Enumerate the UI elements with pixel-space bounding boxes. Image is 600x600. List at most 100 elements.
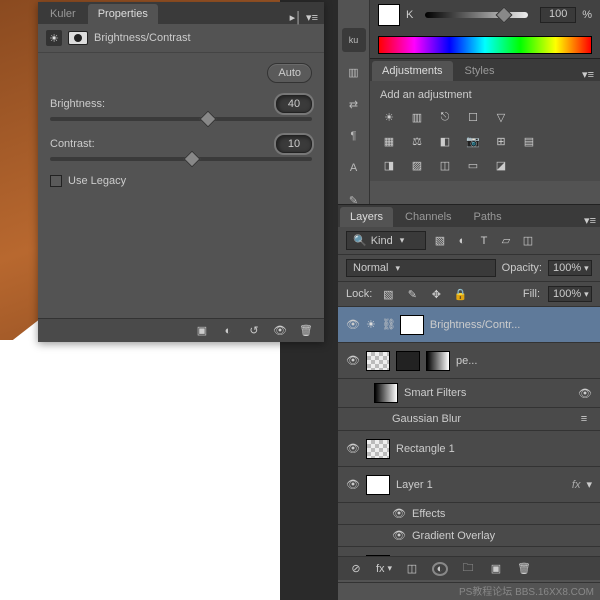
effect-name[interactable]: Gradient Overlay xyxy=(412,530,592,542)
adj-lookup-icon[interactable]: ▤ xyxy=(520,133,538,149)
k-slider[interactable] xyxy=(425,12,528,18)
adj-gradient-map-icon[interactable]: ▭ xyxy=(464,157,482,173)
effects-row[interactable]: 👁 Effects xyxy=(338,503,600,525)
adj-balance-icon[interactable]: ⚖ xyxy=(408,133,426,149)
filter-gaussian-blur[interactable]: Gaussian Blur ≡ xyxy=(338,408,600,431)
layer-thumb[interactable] xyxy=(366,351,390,371)
tab-kuler[interactable]: Kuler xyxy=(40,4,86,24)
visibility-toggle[interactable]: 👁 xyxy=(346,442,360,455)
visibility-toggle[interactable]: 👁 xyxy=(392,529,406,542)
panel-menu-icon[interactable]: ▾≡ xyxy=(584,215,596,227)
adj-brightness-icon[interactable]: ☀ xyxy=(380,109,398,125)
clip-icon[interactable]: ▣ xyxy=(194,324,210,338)
fx-menu-icon[interactable]: fx xyxy=(376,562,392,576)
effect-gradient-overlay[interactable]: 👁 Gradient Overlay xyxy=(338,525,600,547)
auto-button[interactable]: Auto xyxy=(267,63,312,83)
adj-posterize-icon[interactable]: ▨ xyxy=(408,157,426,173)
filter-mask-thumb[interactable] xyxy=(374,383,398,403)
layer-thumb[interactable] xyxy=(366,439,390,459)
adj-selective-icon[interactable]: ◪ xyxy=(492,157,510,173)
layer-name[interactable]: pe... xyxy=(456,355,592,367)
contrast-slider[interactable] xyxy=(50,157,312,161)
layer-mask-thumb[interactable] xyxy=(396,351,420,371)
layer-name[interactable]: Brightness/Contr... xyxy=(430,319,592,331)
lock-all-icon[interactable]: 🔒 xyxy=(452,287,468,301)
visibility-icon[interactable]: 👁 xyxy=(272,324,288,338)
visibility-toggle[interactable]: 👁 xyxy=(346,478,360,491)
tab-layers[interactable]: Layers xyxy=(340,207,393,227)
blend-mode-dropdown[interactable]: Normal xyxy=(346,259,496,277)
chevron-down-icon[interactable]: ▾ xyxy=(586,478,592,491)
filter-name[interactable]: Gaussian Blur xyxy=(392,413,570,425)
layer-pe[interactable]: 👁 pe... xyxy=(338,343,600,379)
brightness-value[interactable]: 40 xyxy=(276,95,312,113)
paragraph-icon[interactable]: ¶ xyxy=(342,124,366,148)
adj-hue-icon[interactable]: ▦ xyxy=(380,133,398,149)
layer-mask-thumb[interactable] xyxy=(400,315,424,335)
opacity-value[interactable]: 100% xyxy=(548,260,592,276)
layer-1[interactable]: 👁 Layer 1 fx ▾ xyxy=(338,467,600,503)
tab-adjustments[interactable]: Adjustments xyxy=(372,61,453,81)
adj-photo-filter-icon[interactable]: 📷 xyxy=(464,133,482,149)
kind-dropdown[interactable]: 🔍 Kind xyxy=(346,231,426,250)
kuler-tab-icon[interactable]: ku xyxy=(342,28,366,52)
add-mask-icon[interactable]: ◫ xyxy=(404,562,420,576)
visibility-toggle[interactable]: 👁 xyxy=(578,387,592,400)
adj-curves-icon[interactable]: ⎋ xyxy=(436,109,454,125)
adj-threshold-icon[interactable]: ◫ xyxy=(436,157,454,173)
filter-pixel-icon[interactable]: ▧ xyxy=(432,234,448,248)
character-icon[interactable]: A xyxy=(342,156,366,180)
use-legacy-checkbox[interactable] xyxy=(50,175,62,187)
collapse-icon[interactable]: ▸│ xyxy=(290,11,302,24)
tab-properties[interactable]: Properties xyxy=(88,4,158,24)
panel-menu-icon[interactable]: ▾≡ xyxy=(582,68,594,81)
color-swatch[interactable] xyxy=(378,4,400,26)
link-layers-icon[interactable]: ⊘ xyxy=(348,562,364,576)
panel-menu-icon[interactable]: ▾≡ xyxy=(306,11,318,24)
visibility-toggle[interactable]: 👁 xyxy=(346,318,360,331)
adj-invert-icon[interactable]: ◨ xyxy=(380,157,398,173)
new-group-icon[interactable]: 🗀 xyxy=(460,562,476,576)
visibility-toggle[interactable]: 👁 xyxy=(346,354,360,367)
fill-value[interactable]: 100% xyxy=(548,286,592,302)
delete-layer-icon[interactable]: 🗑 xyxy=(516,562,532,576)
tab-paths[interactable]: Paths xyxy=(464,207,512,227)
new-layer-icon[interactable]: ▣ xyxy=(488,562,504,576)
layer-name[interactable]: Layer 1 xyxy=(396,479,566,491)
mask-icon[interactable] xyxy=(68,31,88,45)
tab-channels[interactable]: Channels xyxy=(395,207,461,227)
lock-position-icon[interactable]: ✥ xyxy=(428,287,444,301)
filter-blend-icon[interactable]: ≡ xyxy=(576,412,592,426)
filter-adjust-icon[interactable]: ◐ xyxy=(454,234,470,248)
view-previous-icon[interactable]: ◐ xyxy=(220,324,236,338)
adj-vibrance-icon[interactable]: ▽ xyxy=(492,109,510,125)
lock-transparency-icon[interactable]: ▧ xyxy=(380,287,396,301)
tab-styles[interactable]: Styles xyxy=(455,61,505,81)
filter-smart-icon[interactable]: ◫ xyxy=(520,234,536,248)
link-icon[interactable]: ⛓ xyxy=(382,318,394,331)
adj-bw-icon[interactable]: ◧ xyxy=(436,133,454,149)
new-adjustment-icon[interactable]: ◐ xyxy=(432,562,448,576)
filter-type-icon[interactable]: T xyxy=(476,234,492,248)
layer-name[interactable]: Rectangle 1 xyxy=(396,443,592,455)
layer-rectangle-1[interactable]: 👁 Rectangle 1 xyxy=(338,431,600,467)
histogram-icon[interactable]: ▥ xyxy=(342,60,366,84)
filter-shape-icon[interactable]: ▱ xyxy=(498,234,514,248)
adj-mixer-icon[interactable]: ⊞ xyxy=(492,133,510,149)
layer-filter-thumb[interactable] xyxy=(426,351,450,371)
layer-thumb[interactable] xyxy=(366,475,390,495)
k-value[interactable]: 100 xyxy=(540,7,576,23)
smart-filters-row[interactable]: Smart Filters 👁 xyxy=(338,379,600,408)
brightness-slider[interactable] xyxy=(50,117,312,121)
swap-icon[interactable]: ⇄ xyxy=(342,92,366,116)
fx-badge[interactable]: fx xyxy=(572,479,581,491)
layer-brightness-contrast[interactable]: 👁 ☀ ⛓ Brightness/Contr... xyxy=(338,307,600,343)
adj-exposure-icon[interactable]: ☐ xyxy=(464,109,482,125)
spectrum-bar[interactable] xyxy=(378,36,592,54)
visibility-toggle[interactable]: 👁 xyxy=(392,507,406,520)
reset-icon[interactable]: ↺ xyxy=(246,324,262,338)
lock-pixels-icon[interactable]: ✎ xyxy=(404,287,420,301)
contrast-value[interactable]: 10 xyxy=(276,135,312,153)
delete-icon[interactable]: 🗑 xyxy=(298,324,314,338)
adj-levels-icon[interactable]: ▥ xyxy=(408,109,426,125)
